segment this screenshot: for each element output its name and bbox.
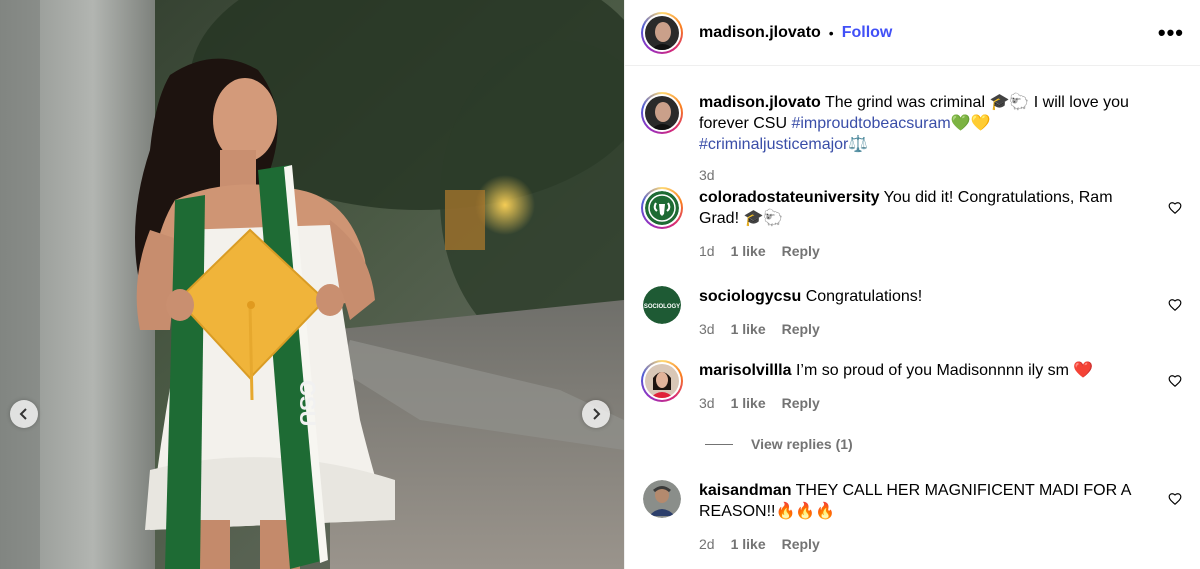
commenter-username[interactable]: sociologycsu	[699, 288, 801, 305]
commenter-avatar[interactable]	[641, 360, 683, 402]
comment-item: SOCIOLOGY sociologycsu Congratulations! …	[641, 286, 1184, 340]
heart-outline-icon[interactable]	[1168, 298, 1182, 312]
comment-item: coloradostateuniversity You did it! Cong…	[641, 187, 1184, 262]
view-replies-label: View replies (1)	[751, 436, 853, 452]
caption-author-avatar[interactable]	[641, 92, 683, 134]
csu-ram-logo-icon	[645, 191, 679, 225]
commenter-avatar-image	[643, 480, 681, 518]
commenter-username[interactable]: kaisandman	[699, 482, 791, 499]
view-replies-button[interactable]: View replies (1)	[705, 436, 853, 452]
comment-timestamp[interactable]: 2d	[699, 534, 715, 555]
caption-username[interactable]: madison.jlovato	[699, 94, 821, 111]
scales-emoji: ⚖️	[848, 136, 869, 153]
commenter-avatar[interactable]: SOCIOLOGY	[643, 286, 681, 324]
reply-button[interactable]: Reply	[782, 393, 820, 414]
reply-button[interactable]: Reply	[782, 241, 820, 262]
post-caption: madison.jlovato The grind was criminal 🎓…	[641, 92, 1184, 186]
stole-csu-lettering: CSU	[295, 380, 320, 426]
comment-likes[interactable]: 1 like	[731, 534, 766, 555]
chevron-left-icon	[19, 408, 27, 420]
post-header: madison.jlovato • Follow •••	[625, 0, 1200, 66]
comment-text: Congratulations!	[801, 288, 923, 305]
view-replies-divider	[705, 443, 733, 445]
comment-item: kaisandman THEY CALL HER MAGNIFICENT MAD…	[641, 480, 1184, 555]
comment-likes[interactable]: 1 like	[731, 393, 766, 414]
comment-timestamp[interactable]: 3d	[699, 319, 715, 340]
author-avatar-image	[645, 15, 679, 50]
post-photo: CSU	[0, 0, 624, 569]
comment-timestamp[interactable]: 3d	[699, 393, 715, 414]
commenter-username[interactable]: marisolvillla	[699, 362, 792, 379]
heart-outline-icon[interactable]	[1168, 201, 1182, 215]
author-avatar[interactable]	[641, 11, 683, 54]
previous-photo-button[interactable]	[10, 400, 38, 428]
chevron-right-icon	[593, 408, 601, 420]
commenter-avatar[interactable]	[643, 480, 681, 518]
commenter-avatar-image	[645, 364, 679, 398]
more-options-icon[interactable]: •••	[1158, 20, 1184, 46]
heart-outline-icon[interactable]	[1168, 374, 1182, 388]
caption-timestamp[interactable]: 3d	[699, 165, 715, 186]
hashtag-criminaljusticemajor[interactable]: #criminaljusticemajor	[699, 136, 848, 153]
caption-author-avatar-image	[645, 96, 679, 130]
heart-outline-icon[interactable]	[1168, 492, 1182, 506]
follow-button[interactable]: Follow	[842, 24, 893, 42]
post-details-panel: madison.jlovato • Follow ••• madison.jlo…	[624, 0, 1200, 569]
hashtag-improudtobeacsuram[interactable]: #improudtobeacsuram	[791, 115, 950, 132]
commenter-username[interactable]: coloradostateuniversity	[699, 189, 880, 206]
svg-text:SOCIOLOGY: SOCIOLOGY	[644, 304, 680, 310]
reply-button[interactable]: Reply	[782, 534, 820, 555]
next-photo-button[interactable]	[582, 400, 610, 428]
header-separator: •	[828, 24, 834, 41]
comment-item: marisolvillla I’m so proud of you Madiso…	[641, 360, 1184, 414]
sociology-logo-icon: SOCIOLOGY	[643, 286, 681, 324]
comment-likes[interactable]: 1 like	[731, 241, 766, 262]
reply-button[interactable]: Reply	[782, 319, 820, 340]
comment-text: I’m so proud of you Madisonnnn ily sm ❤️	[791, 362, 1094, 379]
comment-timestamp[interactable]: 1d	[699, 241, 715, 262]
caption-emoji: 💚💛	[950, 115, 991, 132]
comment-likes[interactable]: 1 like	[731, 319, 766, 340]
author-username[interactable]: madison.jlovato	[699, 24, 821, 42]
commenter-avatar[interactable]	[641, 187, 683, 229]
graduation-photo: CSU	[0, 0, 624, 569]
